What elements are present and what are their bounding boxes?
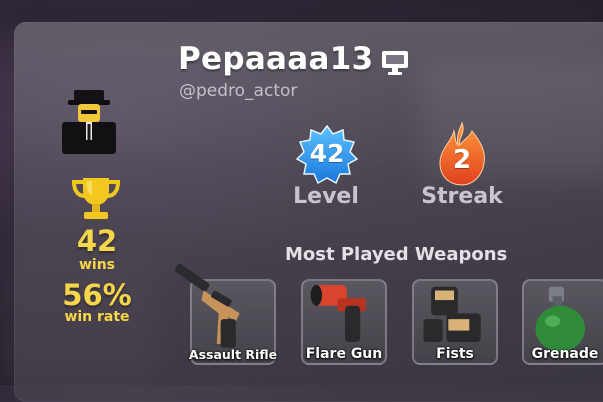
weapon-name: Assault Rifle [188,347,278,362]
weapon-card-assault-rifle[interactable]: Assault Rifle [174,263,277,365]
weapon-card-flare-gun[interactable]: Flare Gun [301,279,387,365]
display-name: Pepaaaa13 [178,41,374,77]
weapon-name: Flare Gun [305,346,383,362]
wins-count: 42 [76,224,118,258]
streak-label: Streak [421,184,503,209]
most-played-weapons-title: Most Played Weapons [285,244,508,265]
trophy-icon [71,178,121,219]
weapon-card-fists[interactable]: Fists [412,279,498,365]
streak-value: 2 [452,145,472,175]
weapon-name: Fists [436,346,474,362]
wins-label: wins [78,257,116,273]
weapon-name: Grenade [531,346,599,362]
desktop-computer-icon [382,51,408,75]
level-label: Level [293,184,359,209]
avatar [62,90,116,154]
weapon-card-grenade[interactable]: Grenade [522,279,603,365]
level-value: 42 [309,139,345,168]
user-handle: @pedro_actor [179,81,298,101]
win-rate-label: win rate [64,309,130,325]
win-rate-value: 56% [62,278,132,312]
